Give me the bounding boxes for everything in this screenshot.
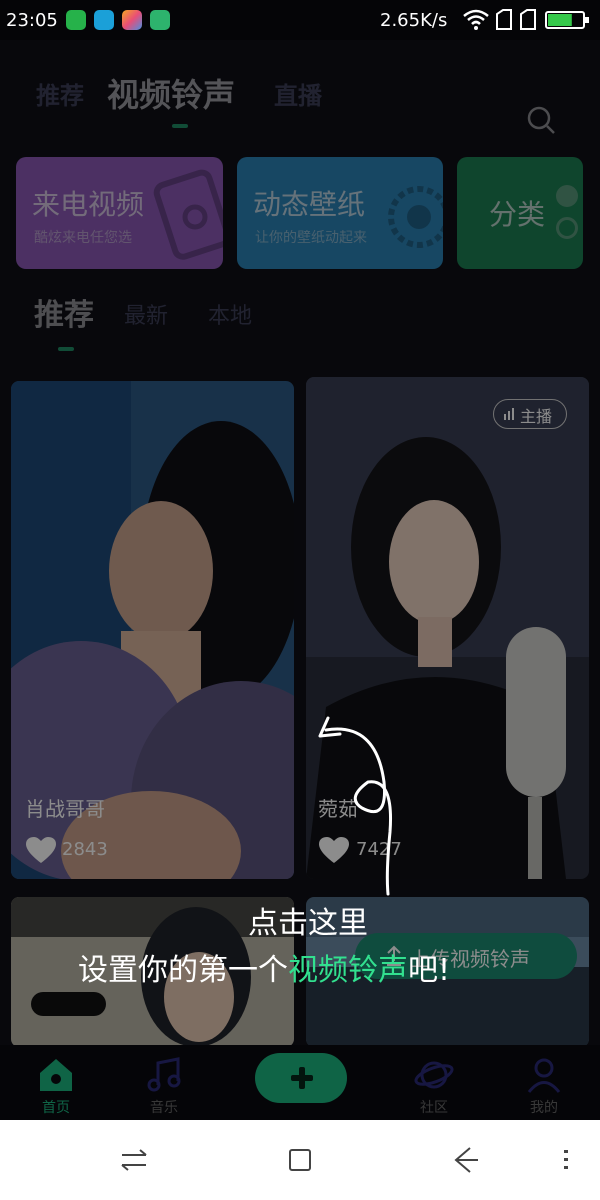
category-dot-icon <box>556 185 578 207</box>
active-subtab-indicator <box>58 347 74 351</box>
card-subtitle: 酷炫来电任您选 <box>34 230 132 246</box>
switch-apps-icon[interactable] <box>114 1140 154 1180</box>
card-live-wallpaper[interactable]: 动态壁纸 让你的壁纸动起来 <box>237 157 443 269</box>
sim-signal-icon <box>520 9 536 30</box>
nav-community[interactable]: 社区 <box>394 1045 474 1120</box>
nav-label: 音乐 <box>150 1100 178 1116</box>
add-button[interactable] <box>255 1053 347 1103</box>
subtab-recommend[interactable]: 推荐 <box>34 290 94 334</box>
nav-home[interactable]: 首页 <box>16 1045 96 1120</box>
user-icon <box>527 1058 561 1093</box>
planet-icon <box>414 1061 454 1089</box>
category-dot-icon <box>556 217 578 239</box>
nav-label: 首页 <box>42 1100 70 1116</box>
nav-profile[interactable]: 我的 <box>504 1045 584 1120</box>
guide-arrow-icon <box>318 716 393 896</box>
sub-tabs: 推荐 最新 本地 <box>0 290 600 340</box>
home-square-icon[interactable] <box>280 1140 320 1180</box>
back-icon[interactable] <box>446 1140 486 1180</box>
video-title: 肖战哥哥 <box>25 797 105 821</box>
card-call-video[interactable]: 来电视频 酷炫来电任您选 <box>16 157 223 269</box>
likes-count: 2843 <box>62 839 108 860</box>
tab-live[interactable]: 直播 <box>274 76 322 111</box>
guide-tip-prefix: 设置你的第一个 <box>78 953 288 988</box>
card-title: 分类 <box>489 198 546 231</box>
card-title: 动态壁纸 <box>253 188 366 221</box>
app-notification-icon <box>94 10 114 30</box>
nav-label: 我的 <box>530 1100 558 1116</box>
system-nav-bar <box>0 1120 600 1200</box>
guide-tip-line1: 点击这里 <box>248 906 368 941</box>
live-badge-label: 主播 <box>520 407 553 426</box>
guide-tip-line2: 设置你的第一个视频铃声吧! <box>78 945 450 989</box>
card-title: 来电视频 <box>32 188 145 221</box>
tab-recommend[interactable]: 推荐 <box>36 76 84 111</box>
music-icon <box>147 1057 181 1092</box>
bottom-nav: 首页 音乐 社区 我的 <box>0 1045 600 1120</box>
card-category[interactable]: 分类 <box>457 157 583 269</box>
app-notification-icon <box>122 10 142 30</box>
nav-label: 社区 <box>420 1100 448 1116</box>
network-speed: 2.65K/s <box>380 10 448 31</box>
sim-signal-icon <box>496 9 512 30</box>
live-badge: 主播 <box>493 399 567 429</box>
search-icon[interactable] <box>526 105 556 135</box>
guide-tip-highlight: 视频铃声 <box>288 953 408 988</box>
guide-tip-suffix: 吧! <box>408 953 451 988</box>
battery-icon <box>545 11 589 29</box>
menu-icon[interactable] <box>546 1140 586 1180</box>
gear-icon <box>388 186 443 248</box>
app-notification-icon <box>66 10 86 30</box>
signal-bars-icon <box>504 408 514 420</box>
video-frame-icon <box>153 169 223 260</box>
card-subtitle: 让你的壁纸动起来 <box>255 230 367 246</box>
home-icon <box>40 1059 72 1091</box>
video-card[interactable]: 肖战哥哥 2843 <box>11 381 294 879</box>
heart-icon[interactable] <box>25 836 57 864</box>
subtab-latest[interactable]: 最新 <box>124 298 168 330</box>
status-bar: 23:05 2.65K/s <box>0 0 600 40</box>
status-time: 23:05 <box>6 10 58 31</box>
wifi-icon <box>463 9 489 30</box>
usb-icon <box>150 10 170 30</box>
top-tabs: 推荐 视频铃声 直播 <box>0 70 600 134</box>
nav-music[interactable]: 音乐 <box>124 1045 204 1120</box>
active-tab-indicator <box>172 124 188 128</box>
tab-video-ringtone[interactable]: 视频铃声 <box>107 70 235 116</box>
subtab-local[interactable]: 本地 <box>208 298 252 330</box>
